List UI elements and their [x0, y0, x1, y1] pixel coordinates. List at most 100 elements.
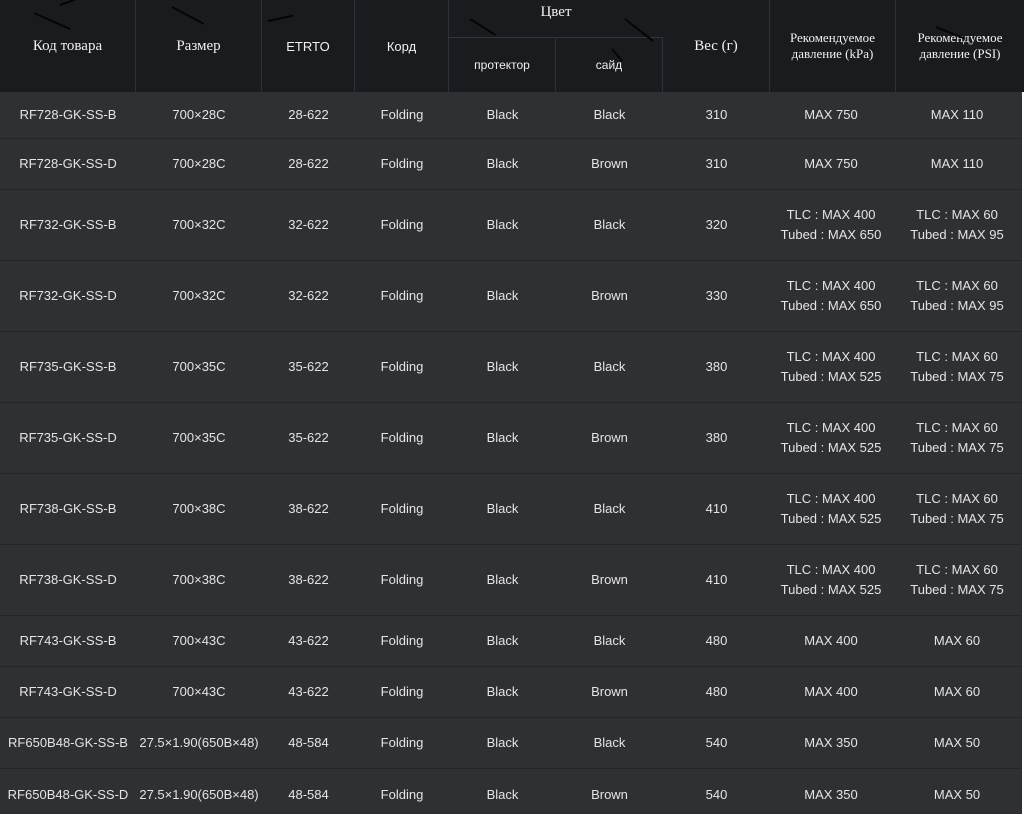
cell-cord: Folding: [380, 786, 424, 802]
cell-tread-color: Black: [486, 684, 519, 699]
spec-table: Код товара Размер ETRTO Корд Цвет протек…: [0, 0, 1024, 814]
header-code: Код товара: [0, 0, 136, 92]
cell-tread-color: Black: [486, 156, 519, 171]
header-color-tread: протектор: [449, 38, 556, 92]
table-body: RF728-GK-SS-B 700×28C 28-622 Folding Black Bl…: [0, 92, 1022, 814]
cell-side-color: Black: [593, 217, 626, 232]
table-row: RF650B48-GK-SS-D 27.5×1.90(650B×48) 48-584…: [0, 768, 1022, 820]
cell-pressure-psi-line: TLC : MAX 60: [916, 491, 998, 506]
cell-code: RF650B48-GK-SS-B: [8, 735, 128, 750]
cell-pressure-psi: MAX 110: [892, 92, 1022, 138]
cell-etrto: 48-584: [288, 786, 329, 802]
cell-size: 700×43C: [172, 684, 226, 699]
header-pressure-psi-line2: давление (PSI): [919, 46, 1001, 61]
cell-code: RF728-GK-SS-B: [19, 107, 117, 122]
cell-code: RF735-GK-SS-D: [19, 430, 117, 445]
header-cord: Корд: [355, 0, 449, 92]
cell-etrto: 48-584: [288, 735, 329, 750]
header-pressure-kpa: Рекомендуемое давление (kPa): [770, 0, 896, 92]
cell-pressure-kpa-line: TLC : MAX 400: [786, 349, 876, 364]
cell-pressure-psi-line: Tubed : MAX 95: [910, 227, 1004, 242]
header-etrto: ETRTO: [262, 0, 355, 92]
cell-pressure-kpa: MAX 750: [770, 139, 892, 189]
cell-etrto: 28-622: [288, 107, 329, 122]
cell-tread-color: Black: [486, 572, 519, 587]
cell-pressure-kpa: TLC : MAX 400 Tubed : MAX 525: [770, 403, 892, 473]
cell-cord: Folding: [380, 217, 424, 232]
cell-pressure-psi-line: MAX 110: [930, 156, 984, 171]
cell-code: RF735-GK-SS-B: [19, 359, 117, 374]
cell-tread-color: Black: [486, 107, 519, 122]
cell-pressure-psi: MAX 110: [892, 139, 1022, 189]
cell-side-color: Brown: [591, 430, 628, 445]
cell-pressure-kpa: MAX 350: [770, 718, 892, 768]
cell-pressure-kpa-line: Tubed : MAX 525: [780, 582, 882, 597]
cell-pressure-psi: TLC : MAX 60 Tubed : MAX 75: [892, 403, 1022, 473]
cell-code: RF738-GK-SS-D: [19, 572, 117, 587]
cell-pressure-psi-line: MAX 50: [933, 786, 981, 802]
cell-size: 700×43C: [172, 633, 226, 648]
cell-side-color: Brown: [591, 786, 628, 802]
cell-pressure-kpa-line: MAX 350: [804, 735, 858, 750]
cell-etrto: 32-622: [288, 288, 329, 303]
cell-pressure-kpa-line: Tubed : MAX 525: [780, 440, 882, 455]
cell-side-color: Black: [593, 633, 626, 648]
cell-side-color: Brown: [591, 572, 628, 587]
cell-pressure-psi: TLC : MAX 60 Tubed : MAX 95: [892, 261, 1022, 331]
cell-weight: 540: [705, 735, 728, 750]
cell-pressure-kpa-line: TLC : MAX 400: [786, 420, 876, 435]
cell-size: 27.5×1.90(650B×48): [139, 786, 259, 802]
table-row: RF732-GK-SS-D 700×32C 32-622 Folding Black Br…: [0, 260, 1022, 331]
cell-code: RF732-GK-SS-D: [19, 288, 117, 303]
cell-pressure-psi: TLC : MAX 60 Tubed : MAX 75: [892, 332, 1022, 402]
cell-side-color: Brown: [591, 156, 628, 171]
cell-pressure-psi-line: TLC : MAX 60: [916, 562, 998, 577]
cell-cord: Folding: [380, 633, 424, 648]
cell-pressure-kpa: MAX 400: [770, 667, 892, 717]
cell-code: RF732-GK-SS-B: [19, 217, 117, 232]
cell-pressure-kpa-line: TLC : MAX 400: [786, 278, 876, 293]
cell-cord: Folding: [380, 156, 424, 171]
table-header: Код товара Размер ETRTO Корд Цвет протек…: [0, 0, 1024, 92]
cell-weight: 380: [705, 430, 728, 445]
cell-pressure-psi: MAX 50: [892, 718, 1022, 768]
cell-weight: 480: [705, 684, 728, 699]
cell-pressure-psi-line: TLC : MAX 60: [916, 278, 998, 293]
cell-tread-color: Black: [486, 735, 519, 750]
cell-pressure-kpa-line: TLC : MAX 400: [786, 491, 876, 506]
cell-pressure-psi: MAX 50: [892, 769, 1022, 820]
cell-etrto: 32-622: [288, 217, 329, 232]
cell-pressure-kpa-line: Tubed : MAX 525: [780, 369, 882, 384]
cell-cord: Folding: [380, 735, 424, 750]
cell-pressure-kpa: TLC : MAX 400 Tubed : MAX 650: [770, 261, 892, 331]
cell-etrto: 38-622: [288, 572, 329, 587]
cell-tread-color: Black: [486, 786, 519, 802]
cell-code: RF728-GK-SS-D: [19, 156, 117, 171]
cell-pressure-kpa-line: MAX 750: [804, 156, 858, 171]
cell-pressure-kpa: TLC : MAX 400 Tubed : MAX 650: [770, 190, 892, 260]
header-pressure-kpa-line2: давление (kPa): [791, 46, 874, 61]
cell-pressure-kpa-line: MAX 400: [804, 633, 858, 648]
cell-pressure-psi-line: Tubed : MAX 75: [910, 369, 1004, 384]
cell-tread-color: Black: [486, 359, 519, 374]
cell-weight: 330: [705, 288, 728, 303]
cell-tread-color: Black: [486, 633, 519, 648]
cell-pressure-kpa-line: Tubed : MAX 650: [780, 298, 882, 313]
cell-cord: Folding: [380, 107, 424, 122]
cell-cord: Folding: [380, 430, 424, 445]
header-pressure-psi: Рекомендуемое давление (PSI): [896, 0, 1024, 92]
table-row: RF728-GK-SS-D 700×28C 28-622 Folding Black Br…: [0, 138, 1022, 189]
cell-pressure-psi: TLC : MAX 60 Tubed : MAX 95: [892, 190, 1022, 260]
cell-side-color: Brown: [591, 288, 628, 303]
cell-pressure-kpa-line: MAX 400: [804, 684, 858, 699]
header-weight: Вес (г): [663, 0, 770, 92]
cell-size: 700×28C: [172, 156, 226, 171]
cell-weight: 480: [705, 633, 728, 648]
cell-etrto: 43-622: [288, 684, 329, 699]
table-row: RF735-GK-SS-B 700×35C 35-622 Folding Black Bl…: [0, 331, 1022, 402]
cell-etrto: 35-622: [288, 430, 329, 445]
cell-size: 700×32C: [172, 288, 226, 303]
cell-pressure-psi: TLC : MAX 60 Tubed : MAX 75: [892, 474, 1022, 544]
cell-pressure-kpa-line: TLC : MAX 400: [786, 562, 876, 577]
cell-etrto: 38-622: [288, 501, 329, 516]
